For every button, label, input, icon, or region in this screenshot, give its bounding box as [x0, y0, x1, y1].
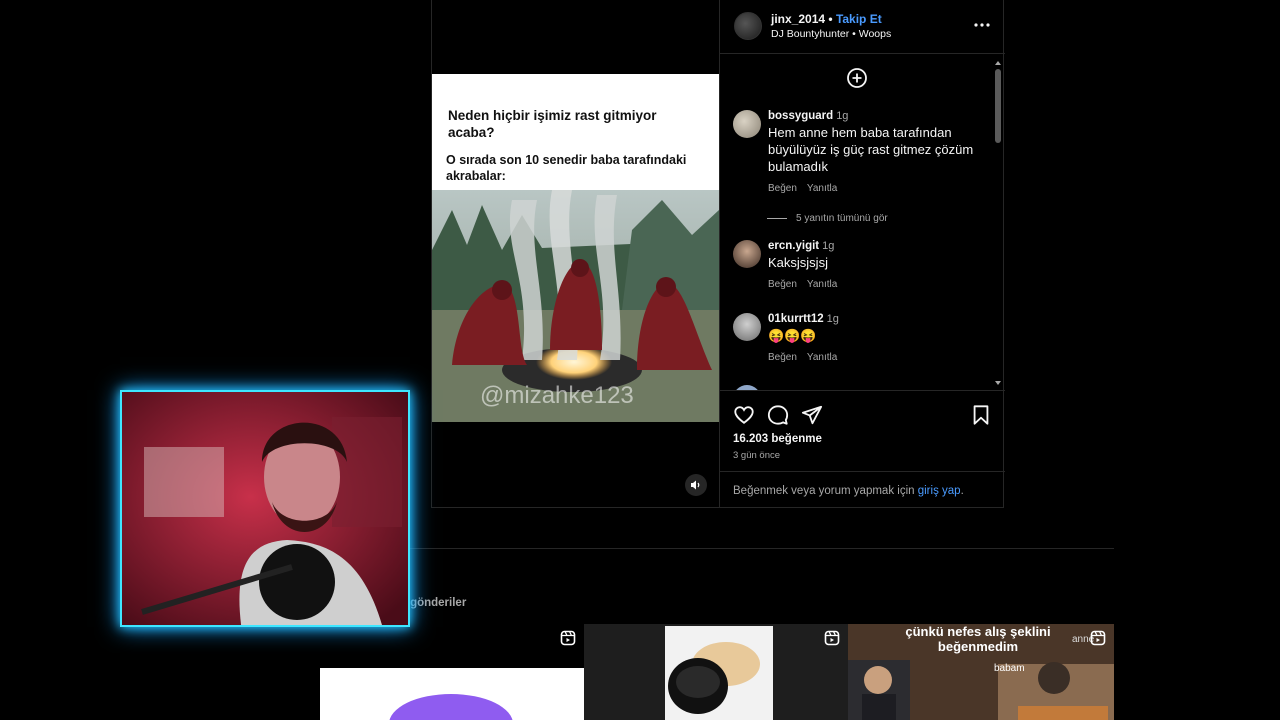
comment-time: 1g — [836, 110, 849, 122]
add-comment-icon[interactable] — [846, 67, 868, 89]
view-replies-label: 5 yanıtın tümünü gör — [796, 213, 888, 224]
grid-thumbnail[interactable] — [320, 624, 584, 720]
watermark: @mizahke123 — [480, 382, 634, 409]
reel-icon — [824, 630, 840, 646]
view-replies-button[interactable]: 5 yanıtın tümünü gör — [767, 213, 888, 224]
post-sidebar: jinx_2014 • Takip Et DJ Bountyhunter • W… — [719, 0, 1005, 507]
more-options-button[interactable] — [970, 16, 994, 34]
comment-text: Hem anne hem baba tarafından büyülüyüz i… — [768, 125, 974, 174]
thumbnail-tag: babam — [994, 663, 1025, 674]
comment-username[interactable]: bossyguard — [768, 110, 833, 122]
reel-icon — [1090, 630, 1106, 646]
comment-text: 😝😝😝 — [768, 328, 817, 343]
likes-count[interactable]: 16.203 beğenme — [733, 433, 822, 445]
author-username[interactable]: jinx_2014 — [771, 12, 825, 26]
webcam-feed — [122, 392, 408, 625]
separator-dot: • — [828, 12, 833, 26]
sound-icon — [691, 480, 700, 490]
commenter-avatar[interactable] — [733, 313, 761, 341]
like-comment-button[interactable]: Beğen — [768, 279, 797, 290]
audio-label[interactable]: DJ Bountyhunter • Woops — [771, 28, 891, 40]
author-username-row: jinx_2014 • Takip Et — [771, 12, 882, 26]
sound-toggle-button[interactable] — [685, 474, 707, 496]
share-icon[interactable] — [801, 404, 823, 426]
meme-image: Neden hiçbir işimiz rast gitmiyor acaba?… — [432, 74, 719, 422]
like-comment-button[interactable]: Beğen — [768, 352, 797, 363]
meme-question: Neden hiçbir işimiz rast gitmiyor acaba? — [448, 108, 657, 140]
reply-button[interactable]: Yanıtla — [807, 279, 837, 290]
heart-icon[interactable] — [733, 404, 755, 426]
section-divider — [320, 548, 1114, 549]
comment-time: 1g — [826, 313, 839, 325]
comment-time: 1g — [822, 240, 835, 252]
thumbnail-image — [320, 668, 584, 720]
comment-icon[interactable] — [767, 404, 789, 426]
reply-button[interactable]: Yanıtla — [807, 352, 837, 363]
post-media[interactable]: Neden hiçbir işimiz rast gitmiyor acaba?… — [432, 0, 719, 507]
post-date: 3 gün önce — [733, 450, 781, 461]
thumbnail-caption: çünkü nefes alış şeklini beğenmedim — [905, 624, 1051, 654]
comment-username[interactable]: ercn.yigit — [768, 240, 819, 252]
comments-scrollbar[interactable] — [993, 57, 1003, 389]
post-actions: 16.203 beğenme 3 gün önce Beğenmek veya … — [720, 392, 1005, 507]
reel-icon — [560, 630, 576, 646]
login-prompt-text: Beğenmek veya yorum yapmak için — [733, 485, 915, 497]
login-prompt-row: Beğenmek veya yorum yapmak için giriş ya… — [720, 471, 1005, 507]
webcam-overlay — [120, 390, 410, 627]
commenter-avatar[interactable] — [733, 385, 761, 390]
scrollbar-thumb[interactable] — [995, 69, 1001, 143]
comment-text: Kaksjsjsjsj — [768, 255, 828, 270]
bookmark-icon[interactable] — [970, 404, 992, 426]
login-prompt-suffix: . — [960, 485, 964, 497]
post-header: jinx_2014 • Takip Et DJ Bountyhunter • W… — [720, 0, 1005, 54]
login-link[interactable]: giriş yap — [918, 485, 961, 497]
follow-button[interactable]: Takip Et — [836, 12, 882, 26]
meme-answer: O sırada son 10 senedir baba tarafındaki… — [446, 153, 687, 183]
post-modal: Neden hiçbir işimiz rast gitmiyor acaba?… — [431, 0, 1005, 508]
replies-line — [767, 218, 787, 219]
reply-button[interactable]: Yanıtla — [807, 183, 837, 194]
author-avatar[interactable] — [734, 12, 762, 40]
login-prompt: Beğenmek veya yorum yapmak için giriş ya… — [733, 485, 964, 497]
commenter-avatar[interactable] — [733, 240, 761, 268]
comments-list[interactable]: bossyguard 1g Hem anne hem baba tarafında… — [720, 55, 1005, 391]
like-comment-button[interactable]: Beğen — [768, 183, 797, 194]
commenter-avatar[interactable] — [733, 110, 761, 138]
comment-username[interactable]: 01kurrtt12 — [768, 313, 824, 325]
thumbnail-image — [584, 624, 848, 720]
grid-thumbnail[interactable]: çünkü nefes alış şeklini beğenmedim baba… — [848, 624, 1114, 720]
grid-thumbnail[interactable] — [584, 624, 848, 720]
more-icon — [974, 23, 990, 27]
